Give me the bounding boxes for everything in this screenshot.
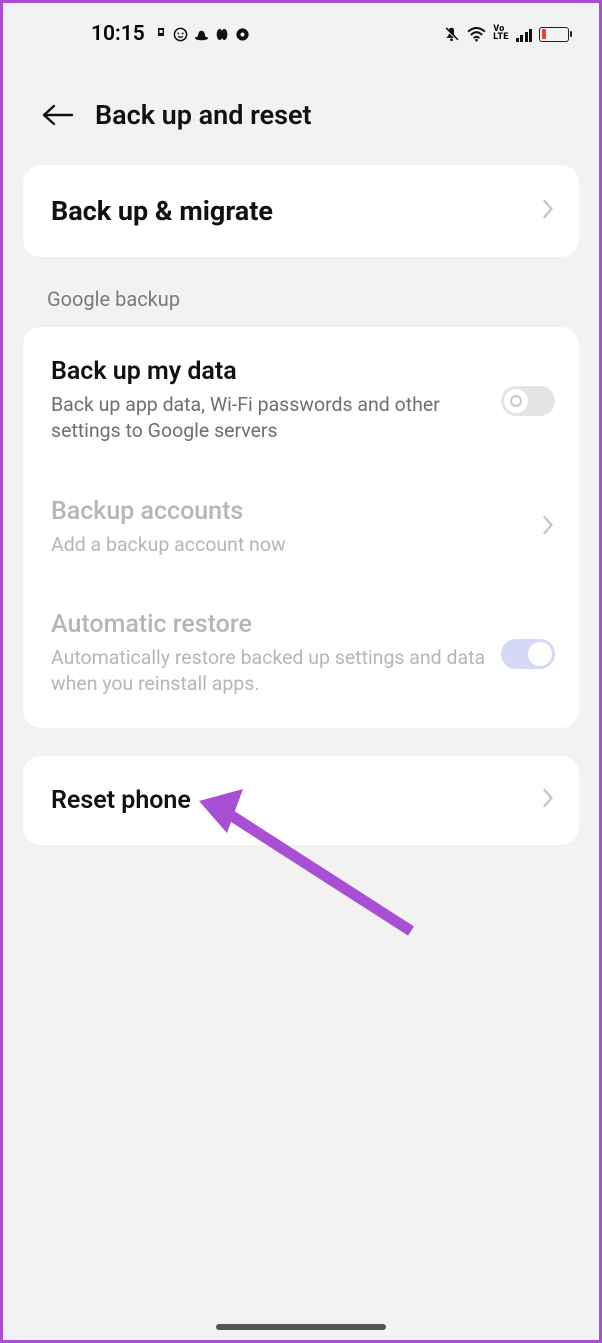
chevron-right-icon <box>542 198 555 224</box>
section-label-google-backup: Google backup <box>3 257 599 327</box>
card-google-backup: Back up my data Back up app data, Wi-Fi … <box>23 327 579 728</box>
back-button[interactable] <box>39 97 75 133</box>
status-right: VoLTE <box>443 26 569 43</box>
row-subtitle: Add a backup account now <box>51 532 528 558</box>
pill-icon <box>215 27 229 42</box>
chevron-right-icon <box>542 514 555 540</box>
row-backup-accounts[interactable]: Backup accounts Add a backup account now <box>23 471 579 584</box>
toggle-backup-my-data[interactable] <box>501 386 555 416</box>
navigation-handle[interactable] <box>216 1324 386 1330</box>
status-time: 10:15 <box>91 22 145 46</box>
signal-icon <box>516 27 533 42</box>
row-title: Automatic restore <box>51 610 487 639</box>
row-title: Reset phone <box>51 786 528 815</box>
page-title: Back up and reset <box>95 99 312 131</box>
volte-icon: VoLTE <box>493 26 508 41</box>
arrow-left-icon <box>40 103 74 127</box>
page-header: Back up and reset <box>3 57 599 165</box>
status-left: 10:15 <box>91 22 250 46</box>
card-reset-phone: Reset phone <box>23 756 579 845</box>
wifi-icon <box>467 27 486 42</box>
donut-icon <box>235 27 250 42</box>
row-title: Backup accounts <box>51 497 528 526</box>
row-backup-migrate[interactable]: Back up & migrate <box>23 165 579 257</box>
card-backup-migrate: Back up & migrate <box>23 165 579 257</box>
download-icon <box>155 28 167 40</box>
hat-icon <box>194 28 209 41</box>
status-notification-icons <box>155 27 250 42</box>
battery-icon <box>539 27 569 42</box>
row-title: Back up & migrate <box>51 195 528 227</box>
row-subtitle: Automatically restore backed up settings… <box>51 645 487 698</box>
row-automatic-restore[interactable]: Automatic restore Automatically restore … <box>23 584 579 724</box>
chevron-right-icon <box>542 787 555 813</box>
row-reset-phone[interactable]: Reset phone <box>23 756 579 845</box>
status-bar: 10:15 VoLTE <box>3 3 599 57</box>
toggle-automatic-restore[interactable] <box>501 639 555 669</box>
row-subtitle: Back up app data, Wi-Fi passwords and ot… <box>51 392 487 445</box>
row-backup-my-data[interactable]: Back up my data Back up app data, Wi-Fi … <box>23 331 579 471</box>
row-title: Back up my data <box>51 357 487 386</box>
emoji-icon <box>173 27 188 42</box>
mute-icon <box>443 26 460 43</box>
